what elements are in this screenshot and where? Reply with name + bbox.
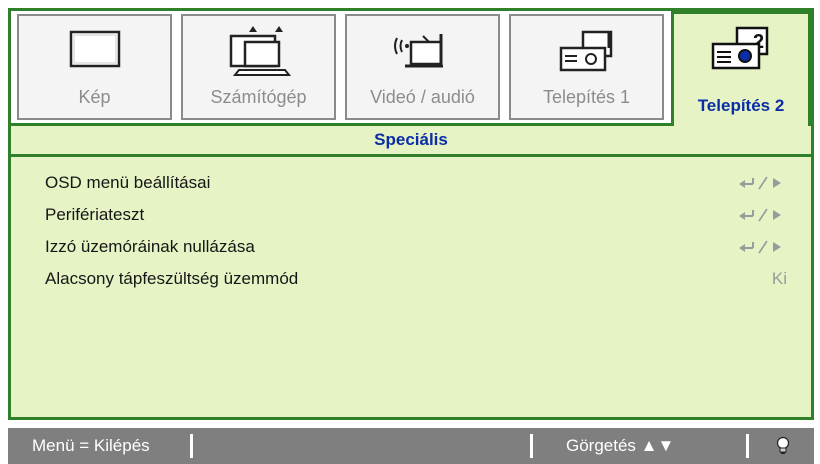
item-label: Alacsony tápfeszültség üzemmód — [45, 269, 299, 288]
item-label: Izzó üzemóráinak nullázása — [45, 237, 255, 256]
status-divider — [190, 434, 193, 458]
tab-video-audio[interactable]: Videó / audió — [345, 14, 500, 120]
osd-frame: Kép Számítógép Videó / audió Telepítés 1… — [0, 0, 820, 464]
item-label: OSD menü beállításai — [45, 173, 211, 192]
enter-arrow-icon — [739, 240, 781, 254]
computer-icon — [229, 26, 291, 76]
tab-telepites-2[interactable]: 2 Telepítés 2 — [671, 11, 811, 126]
tab-strip: Kép Számítógép Videó / audió Telepítés 1… — [11, 11, 811, 126]
item-value: Ki — [771, 269, 787, 288]
status-bar: Menü = Kilépés Görgetés ▲▼ — [8, 428, 814, 464]
section-title: Speciális — [11, 123, 811, 157]
tab-telepites-1[interactable]: Telepítés 1 — [509, 14, 664, 120]
tab-szamitogep[interactable]: Számítógép — [181, 14, 336, 120]
status-divider — [746, 434, 749, 458]
projector-setup-icon — [559, 30, 612, 72]
screen-icon — [69, 30, 120, 68]
status-divider — [530, 434, 533, 458]
tab-label: Számítógép — [210, 87, 307, 107]
video-audio-icon — [393, 34, 443, 68]
menu-item-osd-settings[interactable]: OSD menü beállításai — [11, 167, 811, 199]
tab-label: Telepítés 1 — [542, 87, 631, 107]
settings-list: OSD menü beállításai Perifériateszt Izzó… — [11, 167, 811, 295]
scroll-hint: Görgetés ▲▼ — [566, 436, 675, 455]
tab-label: Telepítés 2 — [697, 96, 785, 115]
exit-hint: Menü = Kilépés — [32, 436, 150, 455]
menu-item-lamp-hour-reset[interactable]: Izzó üzemóráinak nullázása — [11, 231, 811, 263]
menu-item-low-power-mode[interactable]: Alacsony tápfeszültség üzemmód Ki — [11, 263, 811, 295]
menu-item-peripheral-test[interactable]: Perifériateszt — [11, 199, 811, 231]
enter-arrow-icon — [739, 176, 781, 190]
lamp-icon — [776, 436, 790, 454]
osd-menu-panel: Kép Számítógép Videó / audió Telepítés 1… — [8, 8, 814, 420]
item-label: Perifériateszt — [45, 205, 145, 224]
enter-arrow-icon — [739, 208, 781, 222]
tab-kep[interactable]: Kép — [17, 14, 172, 120]
tab-label: Videó / audió — [370, 87, 475, 107]
projector-advanced-icon: 2 — [711, 26, 769, 70]
tab-label: Kép — [78, 87, 111, 107]
